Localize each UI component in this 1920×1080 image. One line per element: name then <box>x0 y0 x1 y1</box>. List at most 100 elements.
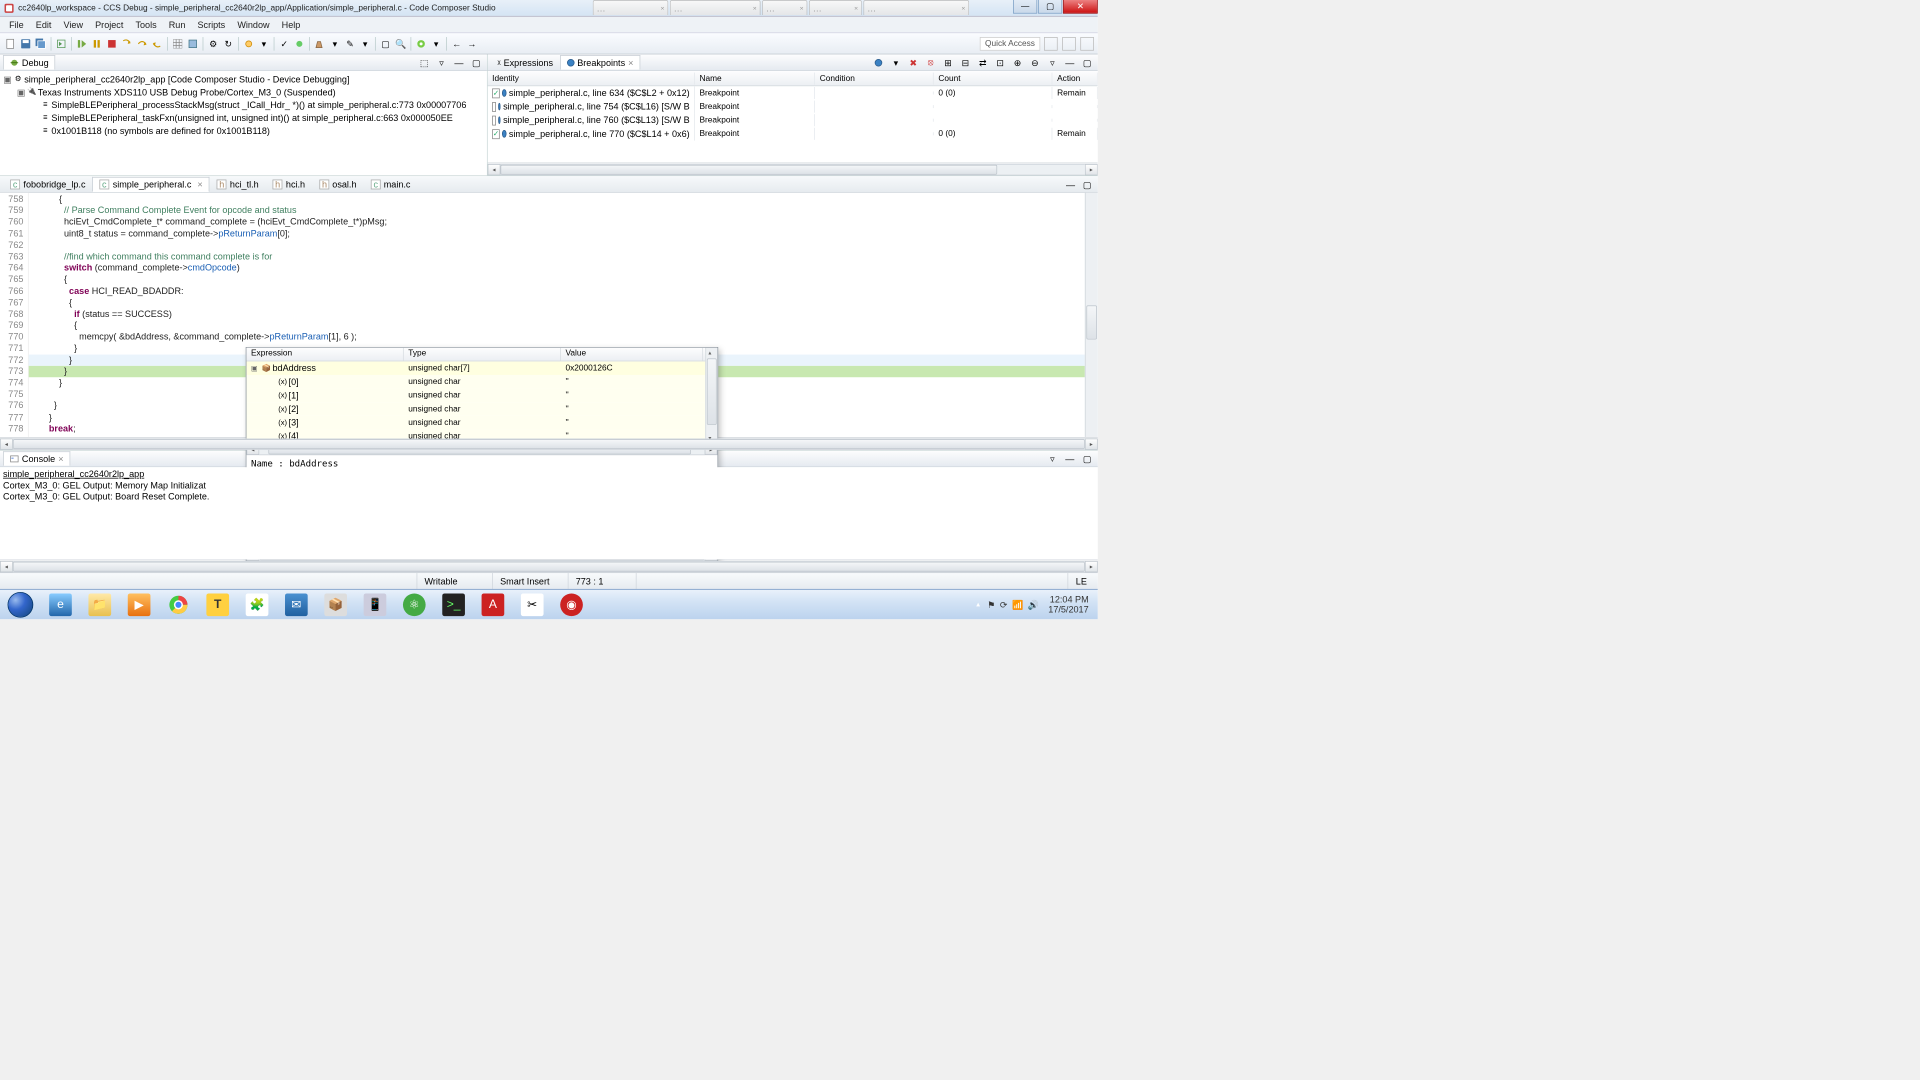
search-button[interactable]: 🔍 <box>394 37 408 51</box>
debug-view-menu[interactable]: ▿ <box>435 56 449 70</box>
taskbar-media[interactable]: ▶ <box>119 589 158 619</box>
build-button[interactable] <box>313 37 327 51</box>
tray-network-icon[interactable]: 📶 <box>1012 599 1023 610</box>
tray-flag-icon[interactable]: ⚑ <box>987 599 995 610</box>
bp-tool-5[interactable]: ⊟ <box>959 56 973 70</box>
breakpoints-tab[interactable]: Breakpoints × <box>560 55 640 69</box>
taskbar-app-5[interactable]: ⚛ <box>395 589 434 619</box>
tool-button-8[interactable]: ▾ <box>328 37 342 51</box>
editor-tab[interactable]: csimple_peripheral.c× <box>92 177 209 192</box>
terminate-button[interactable] <box>105 37 119 51</box>
breakpoint-row[interactable]: simple_peripheral.c, line 754 ($C$L16) [… <box>488 100 1098 114</box>
debug-tree-row[interactable]: ≡SimpleBLEPeripheral_processStackMsg(str… <box>0 98 487 111</box>
breakpoint-checkbox[interactable] <box>492 88 500 98</box>
bp-view-max[interactable]: ▢ <box>1080 56 1094 70</box>
perspective-ccs-debug[interactable] <box>1062 37 1076 51</box>
console-hscroll-right[interactable]: ▸ <box>1085 561 1098 572</box>
console-view-min[interactable]: — <box>1063 452 1077 466</box>
bp-tool-7[interactable]: ⊡ <box>993 56 1007 70</box>
forward-button[interactable]: → <box>465 37 479 51</box>
tool-button-1[interactable] <box>186 37 200 51</box>
taskbar-ccs[interactable]: ◉ <box>552 589 591 619</box>
expressions-tab[interactable]: ᵡ Expressions <box>491 55 560 70</box>
breakpoints-tab-close[interactable]: × <box>628 57 633 68</box>
tool-button-10[interactable]: ▾ <box>358 37 372 51</box>
popup-row[interactable]: (x)[3]unsigned char'' <box>246 416 705 430</box>
menu-view[interactable]: View <box>57 18 89 32</box>
tool-button-3[interactable]: ↻ <box>222 37 236 51</box>
tool-button-7[interactable] <box>293 37 307 51</box>
editor-tab-close[interactable]: × <box>197 179 202 190</box>
menu-scripts[interactable]: Scripts <box>191 18 231 32</box>
debug-button[interactable] <box>414 37 428 51</box>
tool-button-6[interactable]: ✓ <box>277 37 291 51</box>
taskbar-app-3[interactable]: 📦 <box>316 589 355 619</box>
tool-button-4[interactable] <box>242 37 256 51</box>
popup-row[interactable]: (x)[1]unsigned char'' <box>246 389 705 403</box>
quick-access-field[interactable]: Quick Access <box>980 37 1041 51</box>
console-hscroll-left[interactable]: ◂ <box>0 561 13 572</box>
editor-max[interactable]: ▢ <box>1080 178 1094 192</box>
taskbar-app-1[interactable]: T <box>198 589 237 619</box>
bp-tool-menu[interactable]: ▾ <box>889 56 903 70</box>
tray-clock[interactable]: 12:04 PM 17/5/2017 <box>1044 595 1093 615</box>
menu-run[interactable]: Run <box>163 18 192 32</box>
popup-col-value[interactable]: Value <box>561 348 703 361</box>
editor-tab[interactable]: hhci.h <box>265 177 311 192</box>
console-tab[interactable]: Console × <box>3 451 70 465</box>
bp-tool-1[interactable] <box>872 56 886 70</box>
editor-hscroll-left[interactable]: ◂ <box>0 438 13 449</box>
taskbar-app-2[interactable]: 🧩 <box>237 589 276 619</box>
menu-tools[interactable]: Tools <box>129 18 162 32</box>
taskbar-app-4[interactable]: 📱 <box>355 589 394 619</box>
taskbar-chrome[interactable] <box>159 589 198 619</box>
popup-col-expression[interactable]: Expression <box>246 348 403 361</box>
popup-row[interactable]: (x)[2]unsigned char'' <box>246 402 705 416</box>
console-view-menu[interactable]: ▿ <box>1046 452 1060 466</box>
bp-view-menu[interactable]: ▿ <box>1046 56 1060 70</box>
step-return-button[interactable] <box>150 37 164 51</box>
taskbar-ie[interactable]: e <box>41 589 80 619</box>
back-button[interactable]: ← <box>450 37 464 51</box>
tool-button-11[interactable]: ▢ <box>379 37 393 51</box>
tool-button-9[interactable]: ✎ <box>343 37 357 51</box>
taskbar-acrobat[interactable]: A <box>473 589 512 619</box>
breakpoint-row[interactable]: simple_peripheral.c, line 634 ($C$L2 + 0… <box>488 86 1098 100</box>
breakpoint-checkbox[interactable] <box>492 115 495 125</box>
bp-tool-9[interactable]: ⊖ <box>1028 56 1042 70</box>
popup-col-type[interactable]: Type <box>404 348 561 361</box>
debug-tree-row[interactable]: ▣⚙simple_peripheral_cc2640r2lp_app [Code… <box>0 73 487 86</box>
popup-vscroll[interactable]: ▴ ▾ <box>705 348 717 443</box>
bp-hscroll-left[interactable]: ◂ <box>488 164 501 175</box>
bp-remove-all[interactable]: ⦻ <box>924 56 938 70</box>
tool-button-2[interactable]: ⚙ <box>206 37 220 51</box>
console-view-max[interactable]: ▢ <box>1080 452 1094 466</box>
save-button[interactable] <box>19 37 33 51</box>
editor-vscroll[interactable] <box>1085 193 1098 437</box>
tray-sync-icon[interactable]: ⟳ <box>1000 599 1008 610</box>
menu-window[interactable]: Window <box>231 18 275 32</box>
tray-overflow[interactable]: ▴ <box>974 593 983 616</box>
tool-button-5[interactable]: ▾ <box>257 37 271 51</box>
debug-view-min[interactable]: — <box>452 56 466 70</box>
bp-tool-4[interactable]: ⊞ <box>941 56 955 70</box>
debug-view-tool-1[interactable]: ⬚ <box>417 56 431 70</box>
step-into-button[interactable] <box>120 37 134 51</box>
bp-remove[interactable]: ✖ <box>906 56 920 70</box>
bp-tool-8[interactable]: ⊕ <box>1011 56 1025 70</box>
suspend-button[interactable] <box>90 37 104 51</box>
breakpoint-checkbox[interactable] <box>492 102 495 112</box>
menu-file[interactable]: File <box>3 18 30 32</box>
editor-hscroll-right[interactable]: ▸ <box>1085 438 1098 449</box>
taskbar-app-7[interactable]: ✂ <box>513 589 552 619</box>
window-maximize-button[interactable]: ▢ <box>1038 0 1062 14</box>
bp-tool-6[interactable]: ⇄ <box>976 56 990 70</box>
editor-tab[interactable]: hosal.h <box>312 177 363 192</box>
window-close-button[interactable]: ✕ <box>1063 0 1098 14</box>
start-button[interactable] <box>0 589 41 619</box>
editor-tab[interactable]: hhci_tl.h <box>210 177 266 192</box>
bp-hscroll-right[interactable]: ▸ <box>1085 164 1098 175</box>
restart-button[interactable] <box>54 37 68 51</box>
tool-button-12[interactable]: ▾ <box>429 37 443 51</box>
new-button[interactable] <box>4 37 18 51</box>
